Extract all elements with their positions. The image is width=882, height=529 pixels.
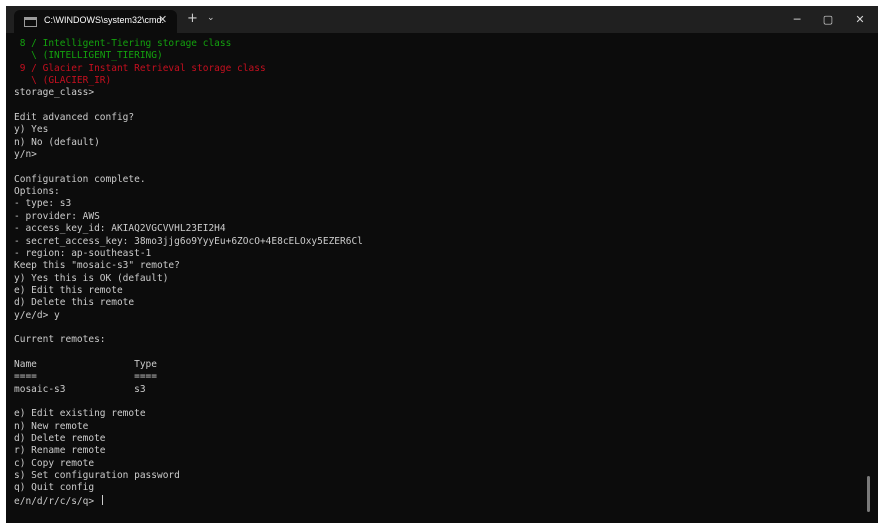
scrollbar[interactable] bbox=[867, 476, 870, 512]
terminal-line: storage_class> bbox=[14, 87, 95, 99]
terminal-line: s) Set configuration password bbox=[14, 470, 180, 482]
terminal-line: 8 / Intelligent-Tiering storage class bbox=[14, 38, 232, 49]
terminal-line: \ (INTELLIGENT_TIERING) bbox=[14, 50, 163, 62]
terminal-line: y/e/d> y bbox=[14, 309, 60, 321]
terminal-line: - access_key_id: AKIAQ2VGCVVHL23EI2H4 bbox=[14, 223, 226, 235]
terminal-icon bbox=[24, 17, 37, 27]
terminal-line: y) Yes this is OK (default) bbox=[14, 272, 169, 284]
terminal-line: y/n> bbox=[14, 149, 37, 161]
terminal-line: n) New remote bbox=[14, 420, 89, 432]
terminal-line: Edit advanced config? bbox=[14, 112, 135, 124]
maximize-button[interactable]: ▢ bbox=[812, 6, 844, 33]
terminal-line: y) Yes bbox=[14, 124, 49, 136]
terminal-line: - provider: AWS bbox=[14, 210, 100, 222]
terminal-line: mosaic-s3 s3 bbox=[14, 383, 146, 395]
terminal-line: Name Type bbox=[14, 358, 157, 370]
terminal-line: Options: bbox=[14, 186, 60, 198]
command-prompt[interactable]: e/n/d/r/c/s/q> bbox=[14, 494, 864, 507]
terminal-window: C:\WINDOWS\system32\cmd. ✕ + ⌄ ─ ▢ ✕ 8 /… bbox=[6, 6, 878, 523]
terminal-line: \ (GLACIER_IR) bbox=[14, 75, 112, 87]
prompt-text: e/n/d/r/c/s/q> bbox=[14, 495, 100, 507]
terminal-line: e) Edit existing remote bbox=[14, 408, 146, 420]
terminal-line: Keep this "mosaic-s3" remote? bbox=[14, 260, 180, 272]
terminal-line: - secret_access_key: 38mo3jjg6o9YyyEu+6Z… bbox=[14, 235, 363, 247]
close-button[interactable]: ✕ bbox=[844, 6, 876, 33]
minimize-button[interactable]: ─ bbox=[781, 6, 813, 33]
new-tab-button[interactable]: + bbox=[187, 11, 198, 26]
terminal-line: r) Rename remote bbox=[14, 445, 106, 457]
close-icon[interactable]: ✕ bbox=[158, 13, 167, 26]
terminal-line: - region: ap-southeast-1 bbox=[14, 247, 152, 259]
terminal-line: d) Delete this remote bbox=[14, 297, 135, 309]
terminal-line: d) Delete remote bbox=[14, 433, 106, 444]
text-cursor bbox=[101, 494, 103, 505]
terminal-line: ==== ==== bbox=[14, 371, 157, 383]
chevron-down-icon[interactable]: ⌄ bbox=[207, 13, 215, 23]
terminal-line: e) Edit this remote bbox=[14, 284, 123, 296]
terminal-line: - type: s3 bbox=[14, 198, 72, 210]
terminal-line: 9 / Glacier Instant Retrieval storage cl… bbox=[14, 62, 266, 74]
tab-cmd[interactable]: C:\WINDOWS\system32\cmd. ✕ bbox=[14, 10, 177, 33]
title-bar: C:\WINDOWS\system32\cmd. ✕ + ⌄ ─ ▢ ✕ bbox=[6, 6, 878, 33]
terminal-output[interactable]: 8 / Intelligent-Tiering storage class \ … bbox=[14, 38, 864, 518]
tab-title: C:\WINDOWS\system32\cmd. bbox=[44, 15, 165, 25]
terminal-line: Current remotes: bbox=[14, 334, 106, 346]
terminal-line: c) Copy remote bbox=[14, 457, 95, 469]
terminal-line: Configuration complete. bbox=[14, 173, 146, 185]
terminal-line: q) Quit config bbox=[14, 482, 95, 494]
terminal-line: n) No (default) bbox=[14, 136, 100, 148]
